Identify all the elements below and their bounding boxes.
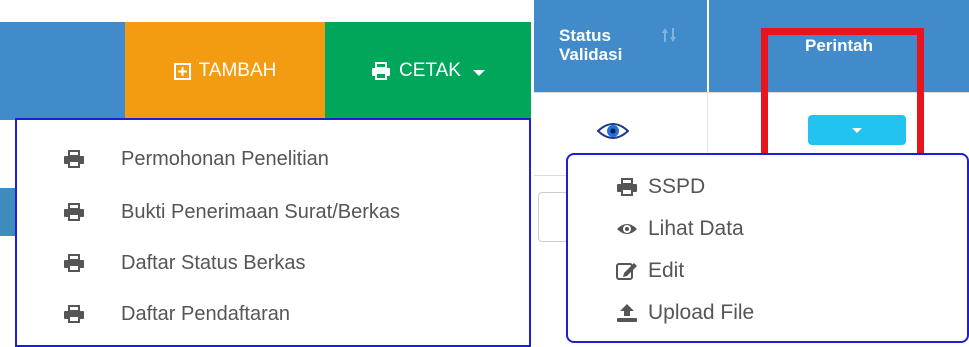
cetak-dropdown-menu: Permohonan Penelitian Bukti Penerimaan S… (15, 118, 531, 347)
print-icon (63, 254, 85, 272)
menu-item-label: Permohonan Penelitian (121, 147, 329, 170)
eye-icon (616, 221, 638, 237)
print-icon (63, 150, 85, 168)
menu-item-label: Daftar Pendaftaran (121, 302, 290, 325)
menu-item-upload-file[interactable]: Upload File (616, 301, 754, 325)
sort-icon[interactable] (662, 27, 676, 48)
menu-item-label: Edit (648, 259, 685, 282)
plus-square-icon (173, 62, 191, 80)
menu-item-edit[interactable]: Edit (616, 259, 684, 283)
background-fragment (538, 192, 568, 242)
print-icon (63, 203, 85, 221)
menu-item-daftar-pendaftaran[interactable]: Daftar Pendaftaran (17, 289, 529, 339)
menu-item-bukti-penerimaan[interactable]: Bukti Penerimaan Surat/Berkas (17, 187, 529, 237)
menu-item-lihat-data[interactable]: Lihat Data (616, 217, 744, 241)
print-icon (616, 178, 638, 196)
edit-icon (616, 261, 638, 281)
tambah-label: TAMBAH (198, 60, 277, 81)
eye-icon[interactable] (596, 120, 630, 147)
menu-item-sspd[interactable]: SSPD (616, 175, 705, 199)
menu-item-label: Daftar Status Berkas (121, 251, 306, 274)
highlight-box (761, 28, 924, 170)
print-icon (63, 305, 85, 323)
upload-icon (616, 303, 638, 323)
menu-item-label: Upload File (648, 301, 755, 324)
print-icon (371, 62, 391, 80)
menu-item-daftar-status-berkas[interactable]: Daftar Status Berkas (17, 238, 529, 288)
menu-item-label: Lihat Data (648, 217, 744, 240)
tambah-button[interactable]: TAMBAH (125, 22, 325, 120)
column-header-label: Status Validasi (559, 26, 623, 64)
toolbar-blue-block (0, 22, 125, 120)
menu-item-permohonan-penelitian[interactable]: Permohonan Penelitian (17, 134, 529, 184)
action-dropdown-menu: SSPD Lihat Data Edit Upload File (566, 153, 969, 343)
menu-item-label: Bukti Penerimaan Surat/Berkas (121, 200, 401, 223)
column-header-status-validasi[interactable]: Status Validasi (534, 0, 707, 92)
cetak-dropdown-button[interactable]: CETAK (325, 22, 531, 120)
cetak-label: CETAK (399, 60, 461, 81)
menu-item-label: SSPD (648, 175, 706, 198)
chevron-down-icon (472, 69, 485, 76)
background-fragment (0, 188, 15, 236)
